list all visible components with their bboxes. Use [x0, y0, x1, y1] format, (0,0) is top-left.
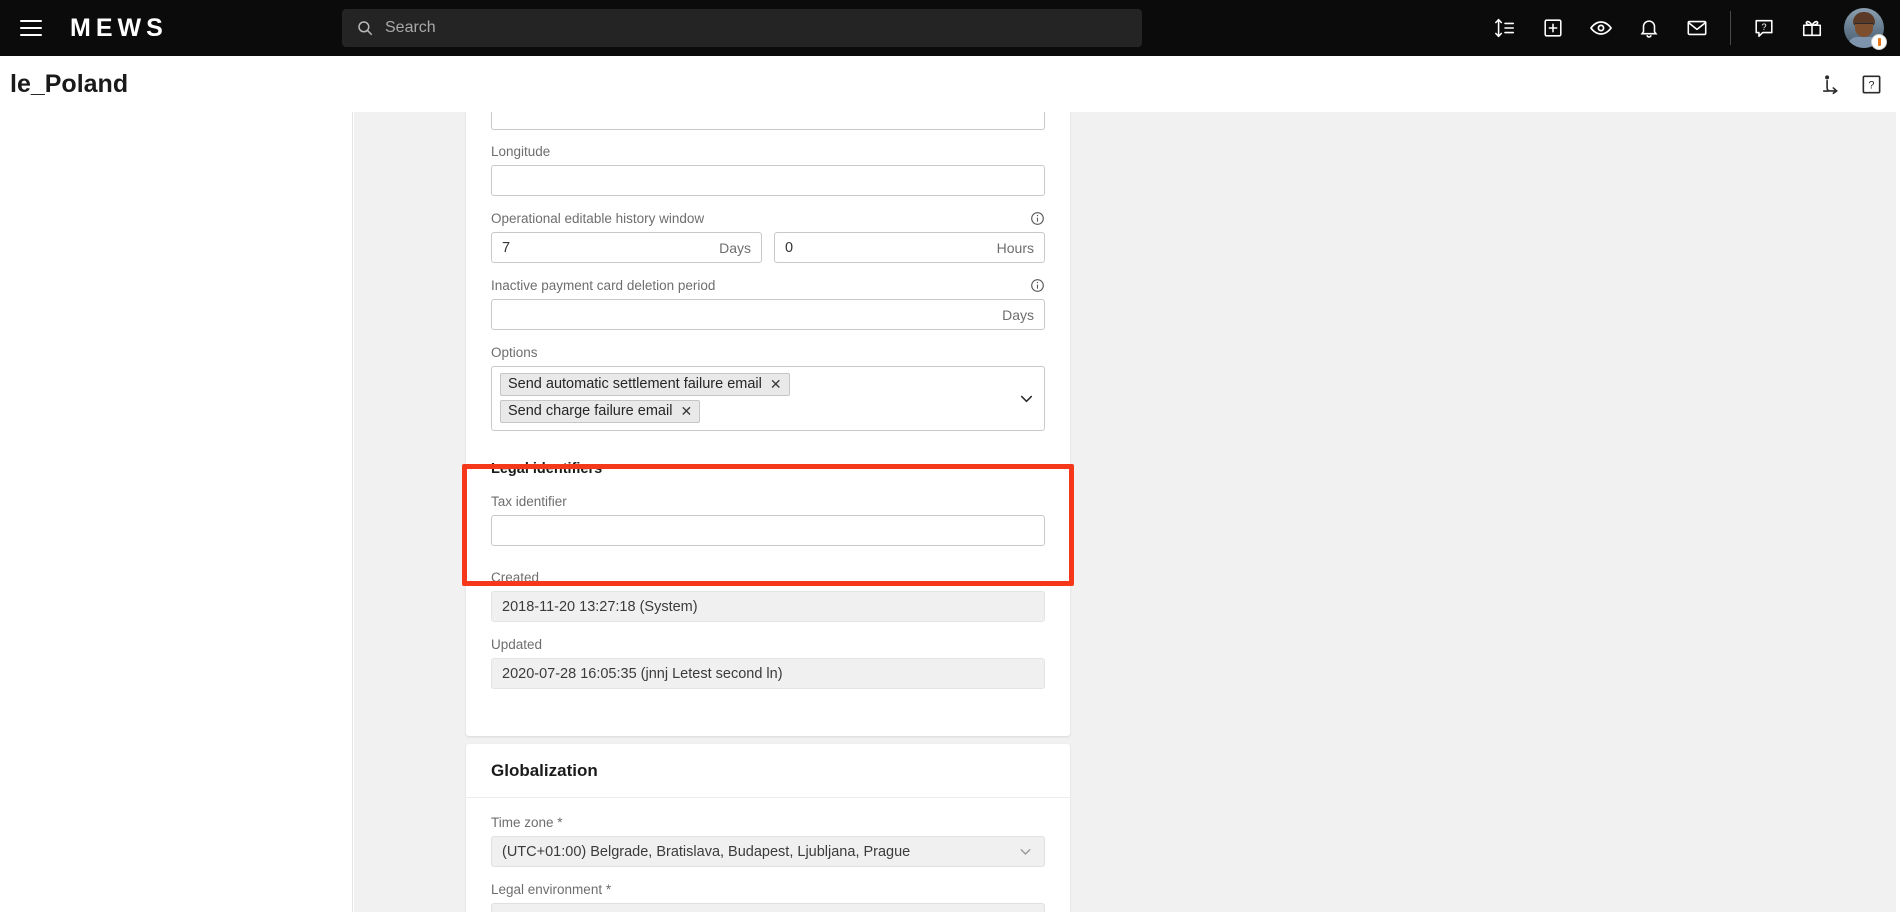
impersonate-icon[interactable]: [1814, 69, 1844, 99]
bell-icon[interactable]: [1625, 0, 1673, 56]
page-body: Longitude Operational editable history w…: [0, 112, 1900, 912]
time-zone-select[interactable]: (UTC+01:00) Belgrade, Bratislava, Budape…: [491, 836, 1045, 867]
svg-text:?: ?: [1761, 22, 1766, 32]
add-box-icon[interactable]: [1529, 0, 1577, 56]
gift-icon[interactable]: [1788, 0, 1836, 56]
updated-label: Updated: [491, 637, 1045, 652]
page-title: le_Poland: [10, 70, 128, 99]
main-content-scroll-area[interactable]: Longitude Operational editable history w…: [354, 112, 1900, 912]
chip-remove-icon[interactable]: ✕: [680, 404, 692, 418]
field-operational-history-window: Operational editable history window 7 Da…: [491, 211, 1045, 263]
latitude-input[interactable]: [491, 112, 1045, 130]
option-chip-label: Send automatic settlement failure email: [508, 376, 762, 392]
help-chat-icon[interactable]: ?: [1740, 0, 1788, 56]
field-card-deletion-period: Inactive payment card deletion period Da…: [491, 278, 1045, 330]
days-suffix: Days: [719, 240, 751, 256]
tax-identifier-input[interactable]: [491, 515, 1045, 546]
top-bar-divider: [1730, 11, 1731, 45]
left-sidebar-panel: [0, 112, 353, 912]
sort-list-icon[interactable]: [1481, 0, 1529, 56]
legal-environment-select[interactable]: Poland: [491, 903, 1045, 912]
operational-window-days-value: 7: [502, 240, 510, 256]
options-label: Options: [491, 345, 1045, 360]
options-chip-list: Send automatic settlement failure email …: [500, 373, 1009, 423]
page-header-actions: ?: [1814, 56, 1886, 112]
svg-text:?: ?: [1868, 79, 1874, 91]
mail-icon[interactable]: [1673, 0, 1721, 56]
legal-environment-label: Legal environment *: [491, 882, 1045, 897]
field-updated: Updated 2020-07-28 16:05:35 (jnnj Letest…: [491, 637, 1045, 689]
search-placeholder: Search: [385, 19, 436, 37]
top-navigation-bar: MEWS Search: [0, 0, 1900, 56]
operational-window-inputs: 7 Days 0 Hours: [491, 232, 1045, 263]
operational-window-label: Operational editable history window: [491, 211, 1045, 226]
hours-suffix: Hours: [997, 240, 1034, 256]
eye-icon[interactable]: [1577, 0, 1625, 56]
updated-label-text: Updated: [491, 637, 542, 652]
field-legal-environment: Legal environment * Poland: [491, 882, 1045, 912]
globalization-card-header: Globalization: [466, 744, 1070, 798]
top-bar-icon-group: ?: [1481, 0, 1890, 56]
globalization-card: Globalization Time zone * (UTC+01:00) Be…: [466, 744, 1070, 912]
operational-window-hours-value: 0: [785, 240, 793, 256]
legal-environment-label-text: Legal environment *: [491, 882, 611, 897]
operational-window-label-text: Operational editable history window: [491, 211, 704, 226]
field-latitude: [491, 112, 1045, 130]
chevron-down-icon[interactable]: [1017, 389, 1036, 408]
option-chip-label: Send charge failure email: [508, 403, 672, 419]
legal-identifiers-section: Legal identifiers Tax identifier: [491, 457, 1045, 546]
legal-identifiers-title: Legal identifiers: [491, 461, 1045, 477]
card-deletion-label: Inactive payment card deletion period: [491, 278, 1045, 293]
field-time-zone: Time zone * (UTC+01:00) Belgrade, Bratis…: [491, 815, 1045, 867]
longitude-label-text: Longitude: [491, 144, 550, 159]
created-label-text: Created: [491, 570, 539, 585]
tax-identifier-label-text: Tax identifier: [491, 494, 567, 509]
global-search-input[interactable]: Search: [342, 9, 1142, 47]
field-longitude: Longitude: [491, 144, 1045, 196]
field-options: Options Send automatic settlement failur…: [491, 345, 1045, 431]
search-icon: [356, 19, 374, 37]
card-deletion-label-text: Inactive payment card deletion period: [491, 278, 715, 293]
chip-remove-icon[interactable]: ✕: [770, 377, 782, 391]
field-tax-identifier: Tax identifier: [491, 494, 1045, 546]
option-chip[interactable]: Send charge failure email ✕: [500, 400, 700, 423]
option-chip[interactable]: Send automatic settlement failure email …: [500, 373, 790, 396]
time-zone-label-text: Time zone *: [491, 815, 563, 830]
updated-value: 2020-07-28 16:05:35 (jnnj Letest second …: [491, 658, 1045, 689]
card-deletion-input[interactable]: Days: [491, 299, 1045, 330]
tax-identifier-label: Tax identifier: [491, 494, 1045, 509]
globalization-title: Globalization: [491, 761, 598, 781]
hamburger-menu-icon[interactable]: [8, 0, 54, 56]
right-gutter: [1896, 112, 1900, 912]
user-avatar[interactable]: [1844, 8, 1884, 48]
time-zone-label: Time zone *: [491, 815, 1045, 830]
options-label-text: Options: [491, 345, 538, 360]
info-icon[interactable]: [1030, 278, 1045, 293]
operational-window-days-input[interactable]: 7 Days: [491, 232, 762, 263]
time-zone-value: (UTC+01:00) Belgrade, Bratislava, Budape…: [502, 844, 910, 860]
longitude-input[interactable]: [491, 165, 1045, 196]
longitude-label: Longitude: [491, 144, 1045, 159]
info-icon[interactable]: [1030, 211, 1045, 226]
chevron-down-icon[interactable]: [1017, 843, 1034, 860]
options-multiselect[interactable]: Send automatic settlement failure email …: [491, 366, 1045, 431]
created-label: Created: [491, 570, 1045, 585]
page-header: le_Poland ?: [0, 56, 1900, 112]
card-deletion-suffix: Days: [1002, 307, 1034, 323]
operational-window-hours-input[interactable]: 0 Hours: [774, 232, 1045, 263]
details-card: Longitude Operational editable history w…: [466, 112, 1070, 736]
mews-logo[interactable]: MEWS: [70, 14, 168, 43]
help-icon[interactable]: ?: [1856, 69, 1886, 99]
created-value: 2018-11-20 13:27:18 (System): [491, 591, 1045, 622]
field-created: Created 2018-11-20 13:27:18 (System): [491, 570, 1045, 622]
avatar-status-badge: [1871, 34, 1887, 50]
